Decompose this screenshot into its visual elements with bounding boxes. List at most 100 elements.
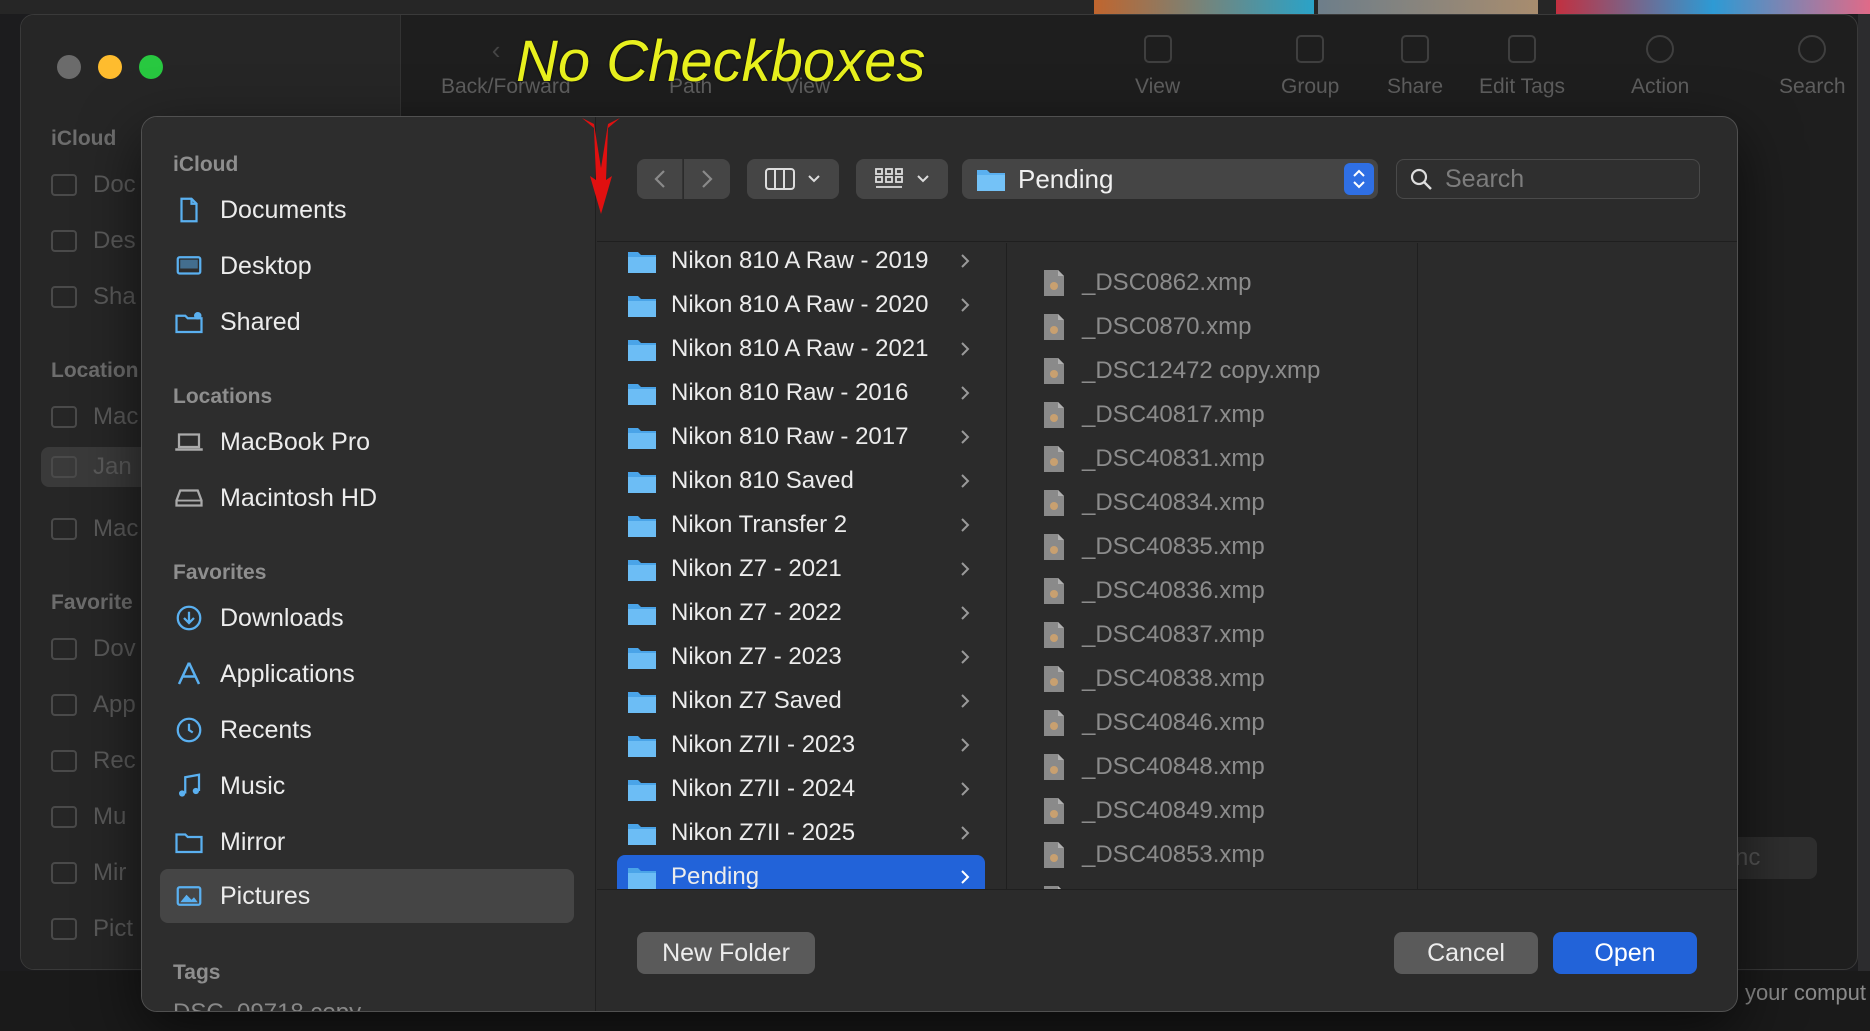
xmp-file-icon [1044, 798, 1064, 824]
sidebar-item-desktop[interactable]: Desktop [160, 239, 574, 293]
cancel-button[interactable]: Cancel [1394, 932, 1538, 974]
finder-item[interactable]: Sha [51, 283, 136, 311]
minimize-window-button[interactable] [98, 55, 122, 79]
open-button[interactable]: Open [1553, 932, 1697, 974]
close-window-button[interactable] [57, 55, 81, 79]
file-row[interactable]: _DSC40849.xmp [1042, 789, 1265, 833]
finder-item[interactable]: Doc [51, 171, 136, 199]
folder-icon [628, 780, 656, 801]
folder-row[interactable]: Pending [617, 855, 985, 889]
file-row[interactable]: _DSC40837.xmp [1042, 613, 1265, 657]
folder-row[interactable]: Nikon Transfer 2 [617, 503, 985, 547]
folder-name: Nikon Z7II - 2023 [671, 731, 856, 758]
file-name: _DSC40849.xmp [1082, 797, 1265, 824]
finder-item[interactable]: Pict [51, 915, 133, 943]
folder-row[interactable]: Nikon 810 Saved [617, 459, 985, 503]
background-photo [1318, 0, 1538, 14]
edit-tags-button[interactable]: Edit Tags [1479, 35, 1565, 99]
file-row[interactable]: _DSC40848.xmp [1042, 745, 1265, 789]
group-button[interactable] [856, 159, 948, 199]
folder-icon [628, 868, 656, 889]
view-button[interactable]: View [1135, 35, 1180, 99]
folder-row[interactable]: Nikon 810 Raw - 2016 [617, 371, 985, 415]
harddrive-icon [174, 483, 204, 513]
chevron-right-icon [961, 430, 970, 444]
drive-icon [51, 456, 77, 478]
pictures-icon [51, 918, 77, 940]
tag-item-peek[interactable]: DSC_09718 copy [173, 999, 361, 1011]
folder-row[interactable]: Nikon 810 Raw - 2017 [617, 415, 985, 459]
folder-icon [628, 824, 656, 845]
finder-item[interactable]: App [51, 691, 136, 719]
back-button[interactable] [637, 159, 683, 199]
folder-row[interactable]: Nikon Z7II - 2024 [617, 767, 985, 811]
annotation-text: No Checkboxes [516, 29, 926, 94]
maximize-window-button[interactable] [139, 55, 163, 79]
folder-row[interactable]: Nikon Z7 - 2022 [617, 591, 985, 635]
folder-row[interactable]: Nikon 810 A Raw - 2019 [617, 243, 985, 283]
action-button[interactable]: Action [1631, 35, 1689, 99]
sidebar-item-shared[interactable]: Shared [160, 295, 574, 349]
folder-row[interactable]: Nikon 810 A Raw - 2021 [617, 327, 985, 371]
sidebar-item-mirror[interactable]: Mirror [160, 815, 574, 869]
sidebar-item-documents[interactable]: Documents [160, 183, 574, 237]
folder-column[interactable]: Nikon 810 A Raw - 2019 Nikon 810 A Raw - … [597, 243, 1007, 889]
folder-row[interactable]: Nikon Z7 - 2023 [617, 635, 985, 679]
chevron-right-icon [702, 170, 713, 188]
file-row[interactable]: _DSC40838.xmp [1042, 657, 1265, 701]
folder-name: Pending [671, 863, 760, 889]
file-row[interactable]: _DSC40846.xmp [1042, 701, 1265, 745]
file-row[interactable]: _DSC40835.xmp [1042, 525, 1265, 569]
preview-column [1419, 243, 1737, 889]
file-row[interactable]: _DSC40831.xmp [1042, 437, 1265, 481]
folder-row[interactable]: Nikon Z7II - 2023 [617, 723, 985, 767]
file-row[interactable]: _DSC40817.xmp [1042, 393, 1265, 437]
sidebar-item-pictures[interactable]: Pictures [160, 869, 574, 923]
share-icon [1401, 35, 1430, 63]
view-mode-button[interactable] [747, 159, 839, 199]
finder-section-favorites: Favorite [51, 591, 133, 614]
file-row[interactable]: _DSC0862.xmp [1042, 261, 1251, 305]
finder-item[interactable]: Mu [51, 803, 126, 831]
file-row[interactable]: _DSC40836.xmp [1042, 569, 1265, 613]
share-button[interactable]: Share [1387, 35, 1443, 99]
file-row[interactable]: _DSC0870.xmp [1042, 305, 1251, 349]
file-row[interactable]: _DSC12472 copy.xmp [1042, 349, 1320, 393]
sidebar-item-music[interactable]: Music [160, 759, 574, 813]
chevron-right-icon [961, 518, 970, 532]
applications-icon [51, 694, 77, 716]
finder-item[interactable]: Mac [51, 403, 138, 431]
sidebar-item-applications[interactable]: Applications [160, 647, 574, 701]
sidebar-item-recents[interactable]: Recents [160, 703, 574, 757]
folder-name: Nikon Z7II - 2025 [671, 819, 856, 846]
finder-item[interactable]: Mac [51, 515, 138, 543]
file-row[interactable]: _DSC40834.xmp [1042, 481, 1265, 525]
file-row[interactable]: _DSC40853.xmp [1042, 833, 1265, 877]
grid-icon [1143, 35, 1172, 63]
xmp-file-icon [1044, 314, 1064, 340]
file-row[interactable]: _DSC40855.xmp [1042, 877, 1265, 889]
folder-row[interactable]: Nikon Z7II - 2025 [617, 811, 985, 855]
new-folder-button[interactable]: New Folder [637, 932, 815, 974]
folder-name: Nikon Z7II - 2024 [671, 775, 856, 802]
finder-item[interactable]: Des [51, 227, 136, 255]
sidebar-item-downloads[interactable]: Downloads [160, 591, 574, 645]
folder-row[interactable]: Nikon 810 A Raw - 2020 [617, 283, 985, 327]
finder-item[interactable]: Dov [51, 635, 136, 663]
folder-icon [628, 296, 656, 317]
sidebar-item-macintosh-hd[interactable]: Macintosh HD [160, 471, 574, 525]
xmp-file-icon [1044, 622, 1064, 648]
forward-button[interactable] [684, 159, 730, 199]
folder-row[interactable]: Nikon Z7 - 2021 [617, 547, 985, 591]
search-field[interactable] [1396, 159, 1700, 199]
path-popup[interactable]: Pending [962, 159, 1378, 199]
search-input[interactable] [1445, 164, 1685, 194]
sidebar-item-macbook-pro[interactable]: MacBook Pro [160, 415, 574, 469]
finder-item[interactable]: Mir [51, 859, 126, 887]
file-column[interactable]: _DSC0862.xmp _DSC0870.xmp _DSC12472 copy.x… [1008, 243, 1418, 889]
folder-row[interactable]: Nikon Z7 Saved [617, 679, 985, 723]
search-button[interactable]: Search [1779, 35, 1846, 99]
chevron-down-icon [808, 175, 820, 183]
group-button[interactable]: Group [1281, 35, 1339, 99]
finder-item[interactable]: Rec [51, 747, 136, 775]
